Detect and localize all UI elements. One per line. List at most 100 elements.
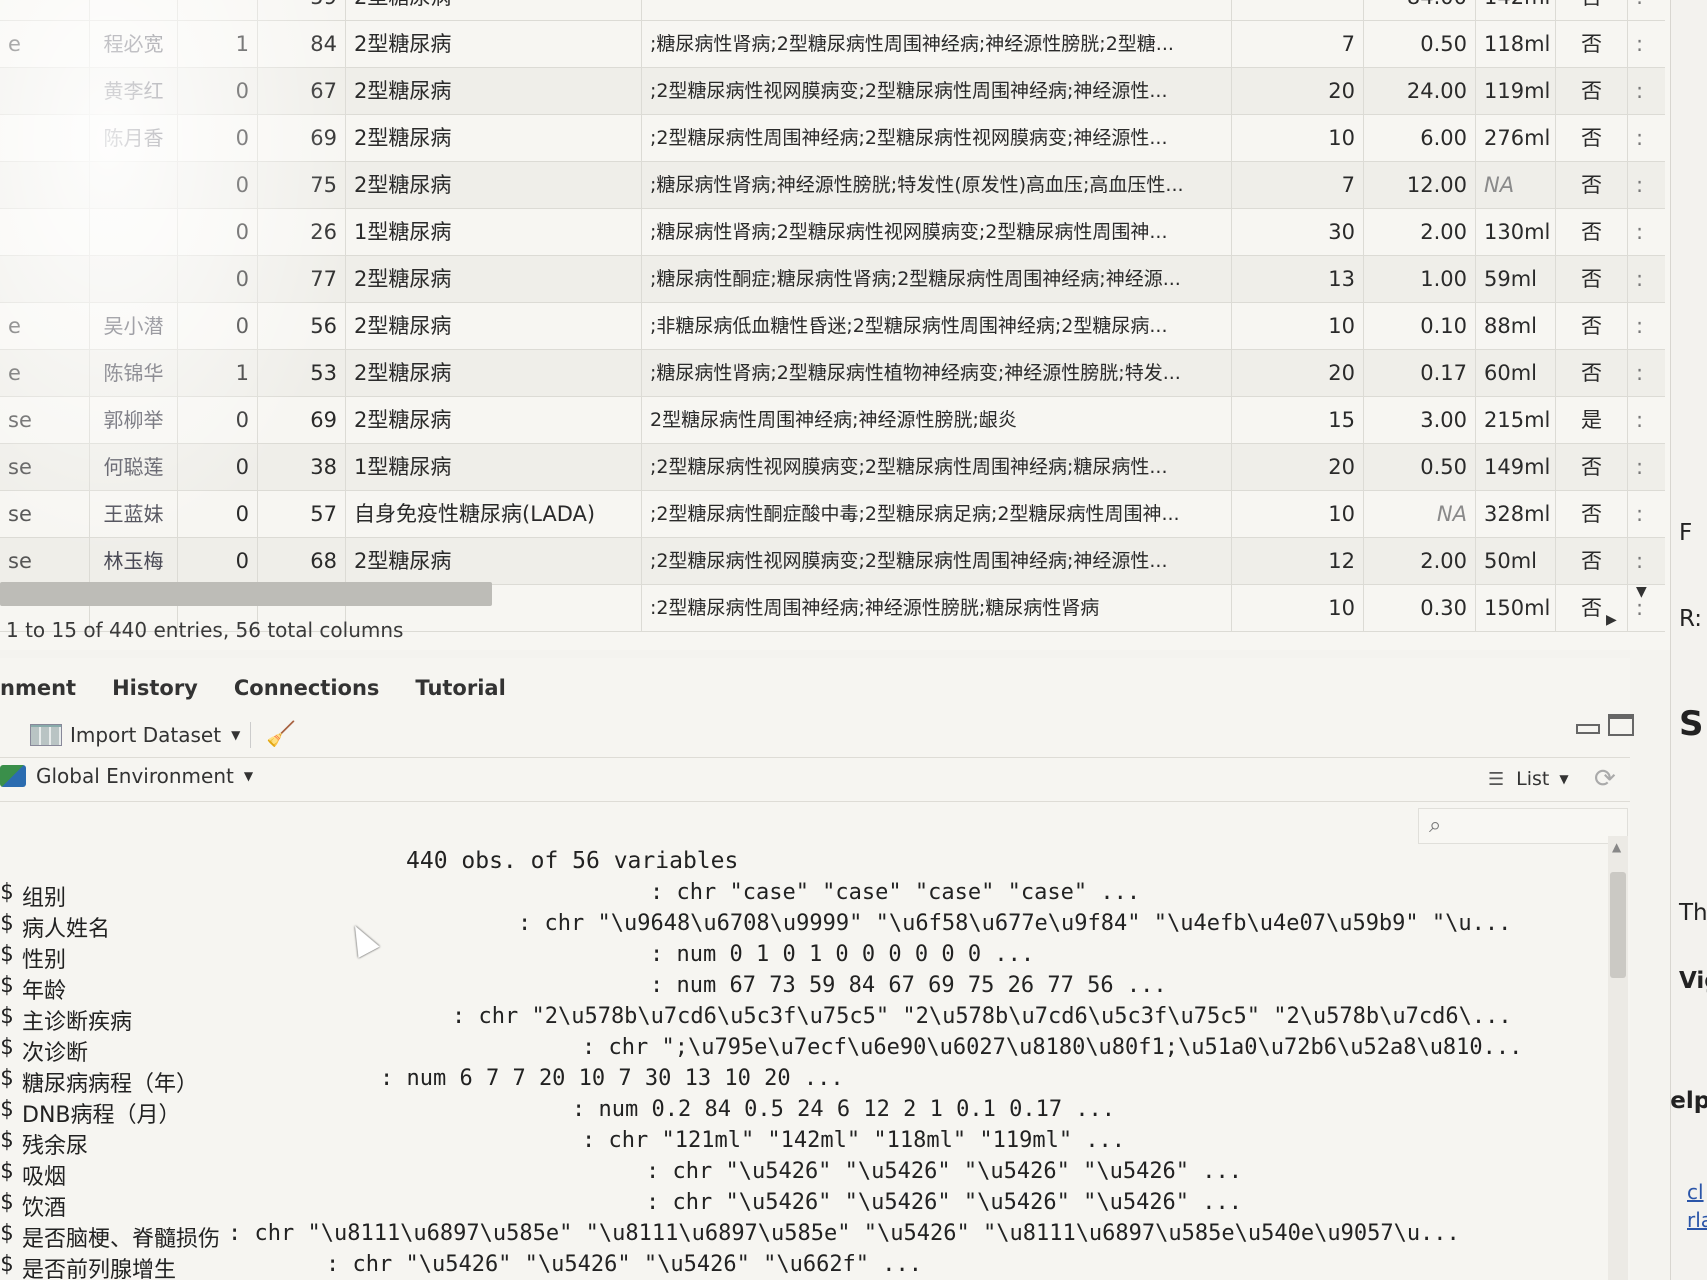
chevron-down-icon: ▼ [243, 769, 254, 783]
cell-secondary-diagnosis: ;糖尿病性肾病;2型糖尿病性周围神经病;神经源性膀胱;2型糖... [642, 21, 1232, 68]
cell-more: : [1636, 79, 1644, 103]
cell-sex: 0 [178, 491, 258, 538]
cell-smoking: 否 [1556, 162, 1628, 209]
cell-group: e [0, 303, 90, 350]
environment-search-input[interactable]: ⌕ [1418, 808, 1628, 844]
cell-patient-name [90, 256, 178, 303]
cell-diagnosis: 2型糖尿病 [346, 0, 642, 21]
cell-group: se [0, 538, 90, 585]
structure-dollar: $ [0, 1221, 14, 1246]
table-row[interactable]: e 吴小潜 0 56 2型糖尿病 ;非糖尿病低血糖性昏迷;2型糖尿病性周围神经病;2型糖尿… [0, 303, 1665, 350]
help-pane-text: Help [1670, 1088, 1707, 1114]
help-link[interactable]: cl [1687, 1180, 1704, 1204]
cell-more: : [1636, 408, 1644, 432]
cell-smoking: 否 [1556, 68, 1628, 115]
table-row[interactable]: 0 77 2型糖尿病 ;糖尿病性酮症;糖尿病性肾病;2型糖尿病性周围神经病;神经源..… [0, 256, 1665, 303]
cell-more: : [1636, 173, 1644, 197]
structure-line: $ 主诊断疾病: chr "2\u578b\u7cd6\u5c3f\u75c5" … [0, 1004, 1600, 1035]
scrollbar-thumb[interactable] [1610, 872, 1626, 978]
cell-more: : [1636, 502, 1644, 526]
scroll-right-icon[interactable]: ▶ [1606, 612, 1617, 628]
vertical-scrollbar[interactable]: ▲ [1608, 836, 1628, 1280]
structure-variable-value: : chr "121ml" "142ml" "118ml" "119ml" ..… [582, 1128, 1126, 1153]
cell-smoking: 是 [1556, 397, 1628, 444]
cell-dnb: 12.00 [1364, 162, 1476, 209]
tab-environment[interactable]: nment [0, 666, 76, 710]
cell-more: : [1636, 549, 1644, 573]
structure-dollar: $ [0, 942, 14, 967]
horizontal-scrollbar[interactable] [0, 582, 492, 606]
cell-residual: 50ml [1476, 538, 1556, 585]
refresh-icon[interactable]: ⟳ [1594, 764, 1616, 794]
structure-variable-name: 糖尿病病程（年） [22, 1072, 199, 1097]
structure-output: 440 obs. of 56 variables $ 组别: chr "case"… [0, 848, 1630, 1280]
cell-smoking: 否 [1556, 350, 1628, 397]
structure-line: $ 是否前列腺增生: chr "\u5426" "\u5426" "\u5426"… [0, 1252, 1600, 1280]
cell-diagnosis: 2型糖尿病 [346, 115, 642, 162]
structure-line: $ DNB病程（月）: num 0.2 84 0.5 24 6 12 2 1 0.… [0, 1097, 1600, 1128]
cell-sex: 0 [178, 444, 258, 491]
import-dataset-button[interactable]: Import Dataset ▼ [30, 718, 240, 752]
cell-diabetes-duration: 7 [1232, 21, 1364, 68]
cell-smoking: 否 [1556, 115, 1628, 162]
pane-tabs: nment History Connections Tutorial [0, 666, 542, 710]
structure-variable-name: 主诊断疾病 [22, 1010, 133, 1035]
cell-diabetes-duration: 30 [1232, 209, 1364, 256]
global-environment-label: Global Environment [36, 764, 234, 788]
cell-age: 68 [258, 538, 346, 585]
table-row[interactable]: 黄李红 0 67 2型糖尿病 ;2型糖尿病性视网膜病变;2型糖尿病性周围神经病;神经源性… [0, 68, 1665, 115]
import-dataset-label: Import Dataset [70, 723, 222, 747]
tab-connections[interactable]: Connections [234, 666, 380, 710]
table-row[interactable]: 陈月香 0 69 2型糖尿病 ;2型糖尿病性周围神经病;2型糖尿病性视网膜病变;神经源性… [0, 115, 1665, 162]
table-row-partial[interactable]: 59 2型糖尿病 84.00 142ml 否 : [0, 0, 1665, 21]
cell-secondary-diagnosis: 2型糖尿病性周围神经病;神经源性膀胱;龈炎 [642, 397, 1232, 444]
table-row[interactable]: e 程必宽 1 84 2型糖尿病 ;糖尿病性肾病;2型糖尿病性周围神经病;神经源性膀胱;2… [0, 21, 1665, 68]
cell-group: se [0, 491, 90, 538]
structure-dollar: $ [0, 880, 14, 905]
table-row[interactable]: se 王蓝妹 0 57 自身免疫性糖尿病(LADA) ;2型糖尿病性酮症酸中毒;2型糖尿病… [0, 491, 1665, 538]
cell-age: 57 [258, 491, 346, 538]
table-row[interactable]: e 陈锦华 1 53 2型糖尿病 ;糖尿病性肾病;2型糖尿病性植物神经病变;神经源性膀胱;… [0, 350, 1665, 397]
table-row[interactable]: 0 75 2型糖尿病 ;糖尿病性肾病;神经源性膀胱;特发性(原发性)高血压;高血压性.… [0, 162, 1665, 209]
tab-tutorial[interactable]: Tutorial [415, 666, 505, 710]
structure-variable-name: DNB病程（月） [22, 1103, 181, 1128]
cell-sex: 0 [178, 538, 258, 585]
cell-diagnosis: 1型糖尿病 [346, 209, 642, 256]
cell-diagnosis: 自身免疫性糖尿病(LADA) [346, 491, 642, 538]
broom-clear-icon[interactable]: 🧹 [266, 720, 296, 748]
scroll-up-icon[interactable]: ▲ [1612, 840, 1621, 854]
structure-variable-name: 年龄 [22, 979, 67, 1004]
structure-variable-value: : num 67 73 59 84 67 69 75 26 77 56 ... [650, 973, 1167, 998]
tab-history[interactable]: History [112, 666, 198, 710]
cell-age: 67 [258, 68, 346, 115]
cell-dnb: 6.00 [1364, 115, 1476, 162]
cell-age: 59 [258, 0, 346, 21]
table-row[interactable]: se 林玉梅 0 68 2型糖尿病 ;2型糖尿病性视网膜病变;2型糖尿病性周围神经病;神经… [0, 538, 1665, 585]
cell-smoking: 否 [1556, 491, 1628, 538]
structure-variable-value: : chr "case" "case" "case" "case" ... [650, 880, 1141, 905]
table-row[interactable]: se 郭柳举 0 69 2型糖尿病 2型糖尿病性周围神经病;神经源性膀胱;龈炎 15 3.00… [0, 397, 1665, 444]
structure-variable-value: : num 6 7 7 20 10 7 30 13 10 20 ... [380, 1066, 844, 1091]
cell-age: 56 [258, 303, 346, 350]
list-icon: ☰ [1488, 768, 1505, 790]
global-environment-select[interactable]: Global Environment ▼ [0, 764, 253, 788]
list-view-button[interactable]: ☰ List ▼ [1488, 768, 1569, 790]
cell-dnb: 0.50 [1364, 21, 1476, 68]
table-row[interactable]: 0 26 1型糖尿病 ;糖尿病性肾病;2型糖尿病性视网膜病变;2型糖尿病性周围神...… [0, 209, 1665, 256]
cell-dnb: NA [1364, 491, 1476, 538]
cell-smoking: 否 [1556, 0, 1628, 21]
help-link[interactable]: rla [1687, 1208, 1707, 1232]
environment-scope-bar: Global Environment ▼ ☰ List ▼ ⟳ [0, 758, 1630, 802]
cell-sex: 0 [178, 256, 258, 303]
cell-group: e [0, 350, 90, 397]
structure-dollar: $ [0, 1066, 14, 1091]
help-pane-text: The [1679, 900, 1707, 926]
scroll-down-icon[interactable]: ▼ [1636, 584, 1647, 600]
table-row[interactable]: se 何聪莲 0 38 1型糖尿病 ;2型糖尿病性视网膜病变;2型糖尿病性周围神经病;糖尿… [0, 444, 1665, 491]
cell-age: 84 [258, 21, 346, 68]
chevron-down-icon: ▼ [1559, 772, 1569, 786]
cell-dnb: 84.00 [1364, 0, 1476, 21]
cell-smoking: 否 [1556, 209, 1628, 256]
cell-dnb: 2.00 [1364, 209, 1476, 256]
structure-line: $ 是否脑梗、脊髓损伤: chr "\u8111\u6897\u585e" "\u… [0, 1221, 1600, 1252]
